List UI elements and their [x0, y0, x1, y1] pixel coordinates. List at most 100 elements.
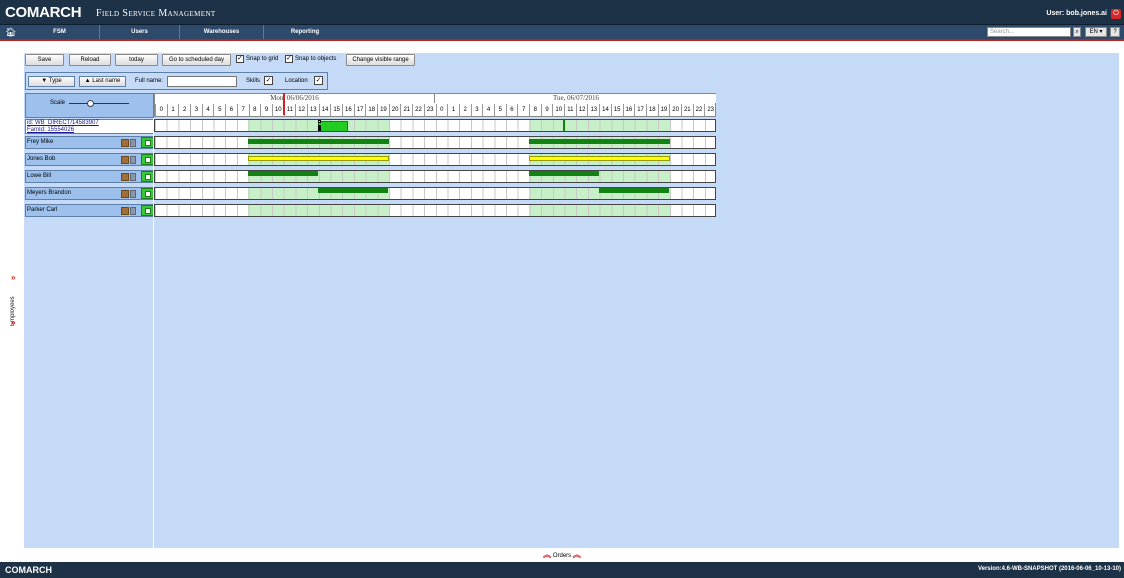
employee-row[interactable]: Jones Bob	[25, 153, 154, 166]
location-label: Location	[285, 78, 308, 84]
hour-label: 11	[283, 104, 296, 117]
skills-checkbox[interactable]: ✓	[264, 76, 273, 85]
snap-to-grid-checkbox[interactable]: ✓	[236, 55, 244, 63]
hour-label: 2	[458, 104, 471, 117]
panel-splitter[interactable]	[153, 118, 154, 548]
language-select[interactable]: EN ▾	[1085, 27, 1107, 37]
order-lane[interactable]	[154, 119, 716, 132]
order-block[interactable]	[318, 121, 348, 131]
last-name-sort-label: Last name	[92, 78, 121, 84]
help-button[interactable]: ?	[1110, 27, 1120, 37]
timeline-header: Mon, 06/06/2016 Tue, 06/07/2016 01234567…	[154, 93, 716, 117]
hour-label: 15	[330, 104, 342, 117]
scale-control: Scale	[25, 93, 154, 118]
phone-icon[interactable]	[130, 190, 136, 198]
hour-label: 12	[575, 104, 588, 117]
change-visible-range-button[interactable]: Change visible range	[346, 54, 415, 66]
order-marker-tue	[563, 120, 565, 131]
car-icon[interactable]	[121, 156, 129, 164]
employee-row[interactable]: Frey Mike	[25, 136, 154, 149]
hour-label: 4	[482, 104, 494, 117]
sort-down-icon: ▼	[41, 78, 48, 84]
power-icon[interactable]: ⏻	[1111, 9, 1121, 19]
employee-row[interactable]: Meyers Brandon	[25, 187, 154, 200]
hour-label: 17	[353, 104, 366, 117]
phone-icon[interactable]	[130, 207, 136, 215]
go-to-scheduled-day-button[interactable]: Go to scheduled day	[162, 54, 231, 66]
hour-label: 23	[423, 104, 436, 117]
assignment-bar[interactable]	[318, 188, 388, 193]
employee-lane[interactable]	[154, 204, 716, 217]
phone-icon[interactable]	[130, 139, 136, 147]
phone-icon[interactable]	[130, 173, 136, 181]
hour-label: 9	[540, 104, 553, 117]
employees-sidebar: » Employees »	[0, 53, 24, 548]
full-name-input[interactable]	[167, 76, 237, 87]
current-time-marker	[283, 93, 285, 115]
hour-label: 10	[271, 104, 284, 117]
home-icon[interactable]: 🏠︎	[5, 27, 16, 38]
assignment-bar[interactable]	[599, 188, 669, 193]
hour-label: 22	[412, 104, 424, 117]
nav-item-reporting[interactable]: Reporting	[264, 25, 346, 39]
employee-lane[interactable]	[154, 153, 716, 166]
top-header: COMARCH Field Service Management User: b…	[0, 0, 1124, 25]
snap-to-objects-checkbox[interactable]: ✓	[285, 55, 293, 63]
car-icon[interactable]	[121, 190, 129, 198]
car-icon[interactable]	[121, 173, 129, 181]
employee-row[interactable]: Parker Carl	[25, 204, 154, 217]
hour-label: 8	[248, 104, 261, 117]
car-icon[interactable]	[121, 139, 129, 147]
snap-to-grid-label: Snap to grid	[246, 56, 279, 62]
nav-item-fsm[interactable]: FSM	[20, 25, 100, 39]
last-name-sort-button[interactable]: ▲ Last name	[79, 76, 126, 87]
nav-item-warehouses[interactable]: Warehouses	[180, 25, 264, 39]
today-button[interactable]: today	[115, 54, 158, 66]
employee-row[interactable]: Lowe Bill	[25, 170, 154, 183]
phone-icon[interactable]	[130, 156, 136, 164]
order-reference[interactable]: id: WB_DIRECT/14583907 FamId: 15554026	[25, 119, 154, 134]
hour-label: 0	[155, 104, 167, 117]
nav-item-users[interactable]: Users	[100, 25, 180, 39]
location-checkbox[interactable]: ✓	[314, 76, 323, 85]
hour-label: 3	[190, 104, 202, 117]
assignment-bar[interactable]	[529, 171, 599, 176]
hour-label: 7	[236, 104, 249, 117]
scale-track[interactable]	[69, 103, 129, 104]
search-input[interactable]: Search...	[987, 27, 1071, 37]
assignment-bar[interactable]	[529, 156, 670, 161]
hour-label: 14	[599, 104, 611, 117]
footer: COMARCH Version:4.6-WB-SNAPSHOT (2016-06…	[0, 562, 1124, 578]
snap-to-objects-label: Snap to objects	[295, 56, 337, 62]
assignment-bar[interactable]	[248, 139, 389, 144]
assignment-bar[interactable]	[248, 156, 389, 161]
collapse-icon[interactable]: »	[11, 273, 15, 282]
reload-button[interactable]: Reload	[69, 54, 111, 66]
hour-label: 20	[669, 104, 681, 117]
employee-name: Jones Bob	[27, 156, 56, 162]
save-button[interactable]: Save	[25, 54, 64, 66]
car-icon[interactable]	[121, 207, 129, 215]
type-sort-label: Type	[48, 78, 62, 84]
employee-name: Meyers Brandon	[27, 190, 72, 196]
hour-label: 9	[260, 104, 272, 117]
orders-panel-toggle[interactable]: ︽ Orders ︽	[0, 548, 1124, 562]
employee-lane[interactable]	[154, 170, 716, 183]
scale-slider-thumb[interactable]	[87, 100, 94, 107]
expand-icon[interactable]: »	[11, 318, 15, 327]
fam-id-link[interactable]: FamId: 15554026	[27, 127, 74, 133]
employee-lane[interactable]	[154, 187, 716, 200]
order-handle[interactable]	[318, 125, 321, 131]
type-sort-button[interactable]: ▼ Type	[28, 76, 75, 87]
search-icon[interactable]: ⌕	[1073, 27, 1081, 37]
employee-lane[interactable]	[154, 136, 716, 149]
sort-up-icon: ▲	[84, 78, 91, 84]
hour-label: 10	[552, 104, 564, 117]
hour-label: 22	[692, 104, 705, 117]
hour-label: 21	[680, 104, 693, 117]
assignment-bar[interactable]	[248, 171, 318, 176]
hour-label: 1	[166, 104, 179, 117]
hour-label: 12	[295, 104, 307, 117]
order-id-link[interactable]: id: WB_DIRECT/14583907	[27, 120, 99, 126]
assignment-bar[interactable]	[529, 139, 670, 144]
